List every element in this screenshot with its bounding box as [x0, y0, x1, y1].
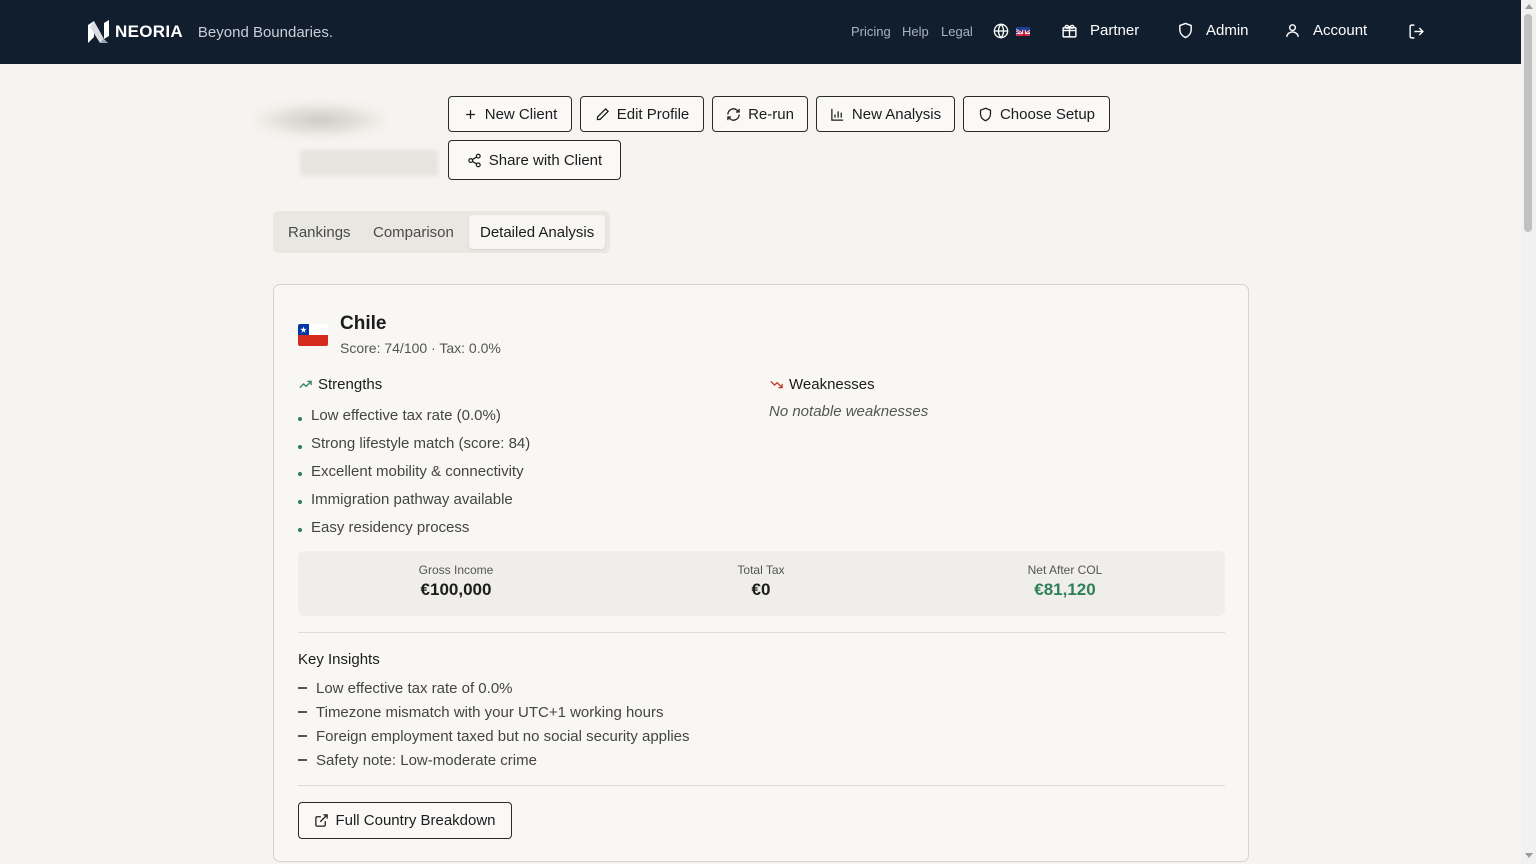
- help-link[interactable]: Help: [902, 24, 929, 39]
- top-navbar: NEORIA Beyond Boundaries. Pricing Help L…: [0, 0, 1521, 64]
- logout-button[interactable]: [1408, 23, 1425, 45]
- country-score-tax: Score: 74/100 · Tax: 0.0%: [340, 340, 501, 356]
- trending-down-icon: [770, 380, 783, 389]
- choose-setup-label: Choose Setup: [999, 105, 1096, 123]
- tab-rankings[interactable]: Rankings: [277, 215, 362, 249]
- new-analysis-label: New Analysis: [851, 105, 942, 123]
- divider: [298, 632, 1225, 633]
- client-name-redacted: [255, 103, 385, 137]
- share-icon: [468, 153, 481, 167]
- choose-setup-button[interactable]: Choose Setup: [963, 96, 1110, 132]
- admin-label: Admin: [1206, 22, 1249, 39]
- neoria-logo-icon: [88, 20, 109, 43]
- external-link-icon: [315, 814, 329, 827]
- refresh-icon: [727, 107, 740, 121]
- new-analysis-button[interactable]: New Analysis: [816, 96, 955, 132]
- language-selector[interactable]: [993, 23, 1030, 39]
- logout-icon: [1409, 24, 1424, 39]
- list-item: Excellent mobility & connectivity: [298, 458, 530, 486]
- list-item: Foreign employment taxed but no social s…: [298, 724, 690, 748]
- shield-icon: [1179, 22, 1192, 39]
- trending-up-icon: [299, 380, 312, 389]
- plus-icon: [465, 109, 475, 119]
- country-analysis-card: Chile Score: 74/100 · Tax: 0.0% Strength…: [273, 284, 1249, 862]
- edit-profile-label: Edit Profile: [616, 105, 690, 123]
- account-label: Account: [1313, 22, 1368, 39]
- strengths-list: Low effective tax rate (0.0%) Strong lif…: [298, 402, 530, 541]
- new-client-label: New Client: [484, 105, 558, 123]
- total-tax-value: €0: [751, 580, 771, 599]
- new-client-button[interactable]: New Client: [448, 96, 572, 132]
- key-insights-list: Low effective tax rate of 0.0% Timezone …: [298, 676, 690, 772]
- page-scrollbar[interactable]: [1521, 0, 1536, 864]
- weaknesses-heading: Weaknesses: [769, 376, 875, 393]
- rerun-button[interactable]: Re-run: [712, 96, 808, 132]
- uk-flag-icon: [1016, 26, 1030, 36]
- strengths-heading: Strengths: [298, 376, 382, 393]
- country-name: Chile: [340, 313, 387, 334]
- weaknesses-title: Weaknesses: [789, 376, 875, 393]
- edit-profile-button[interactable]: Edit Profile: [580, 96, 704, 132]
- user-icon: [1286, 24, 1299, 37]
- account-button[interactable]: Account: [1284, 22, 1367, 39]
- list-item: Easy residency process: [298, 513, 530, 541]
- pencil-icon: [596, 107, 609, 120]
- scroll-up-arrow-icon[interactable]: [1525, 4, 1533, 9]
- brand-name: NEORIA: [115, 22, 183, 41]
- share-label: Share with Client: [488, 151, 603, 169]
- net-after-col-stat: Net After COL €81,120: [910, 563, 1220, 600]
- net-after-col-value: €81,120: [1034, 580, 1096, 599]
- total-tax-stat: Total Tax €0: [606, 563, 916, 600]
- weaknesses-empty-text: No notable weaknesses: [769, 403, 929, 420]
- list-item: Low effective tax rate (0.0%): [298, 402, 530, 430]
- shield-icon: [979, 107, 992, 121]
- share-with-client-button[interactable]: Share with Client: [448, 140, 621, 180]
- legal-link[interactable]: Legal: [941, 24, 973, 39]
- full-breakdown-label: Full Country Breakdown: [335, 812, 496, 829]
- list-item: Strong lifestyle match (score: 84): [298, 430, 530, 458]
- brand-tagline: Beyond Boundaries.: [197, 23, 334, 41]
- divider: [298, 785, 1225, 786]
- tab-comparison[interactable]: Comparison: [362, 215, 465, 249]
- financial-summary: Gross Income €100,000 Total Tax €0 Net A…: [298, 551, 1225, 616]
- list-item: Timezone mismatch with your UTC+1 workin…: [298, 700, 690, 724]
- net-after-col-label: Net After COL: [1027, 563, 1103, 577]
- rerun-label: Re-run: [748, 105, 794, 123]
- list-item: Safety note: Low-moderate crime: [298, 748, 690, 772]
- bar-chart-icon: [831, 108, 844, 121]
- gross-income-value: €100,000: [420, 580, 492, 599]
- scroll-down-arrow-icon[interactable]: [1525, 853, 1533, 858]
- list-item: Low effective tax rate of 0.0%: [298, 676, 690, 700]
- key-insights-title: Key Insights: [298, 651, 380, 668]
- total-tax-label: Total Tax: [737, 563, 785, 577]
- brand[interactable]: NEORIA Beyond Boundaries.: [86, 19, 333, 45]
- chile-flag-icon: [298, 324, 328, 346]
- full-country-breakdown-button[interactable]: Full Country Breakdown: [298, 802, 512, 839]
- admin-button[interactable]: Admin: [1177, 22, 1249, 39]
- list-item: Immigration pathway available: [298, 485, 530, 513]
- partner-button[interactable]: Partner: [1061, 22, 1139, 39]
- pricing-link[interactable]: Pricing: [851, 24, 891, 39]
- gross-income-stat: Gross Income €100,000: [301, 563, 611, 600]
- gross-income-label: Gross Income: [418, 563, 494, 577]
- client-detail-redacted: [300, 150, 438, 176]
- strengths-title: Strengths: [318, 376, 383, 393]
- tab-detailed-analysis[interactable]: Detailed Analysis: [469, 215, 606, 249]
- view-tabs: Rankings Comparison Detailed Analysis: [273, 211, 610, 253]
- partner-label: Partner: [1090, 22, 1140, 39]
- gift-icon: [1062, 24, 1077, 38]
- globe-icon: [993, 23, 1009, 39]
- scroll-thumb[interactable]: [1524, 14, 1532, 232]
